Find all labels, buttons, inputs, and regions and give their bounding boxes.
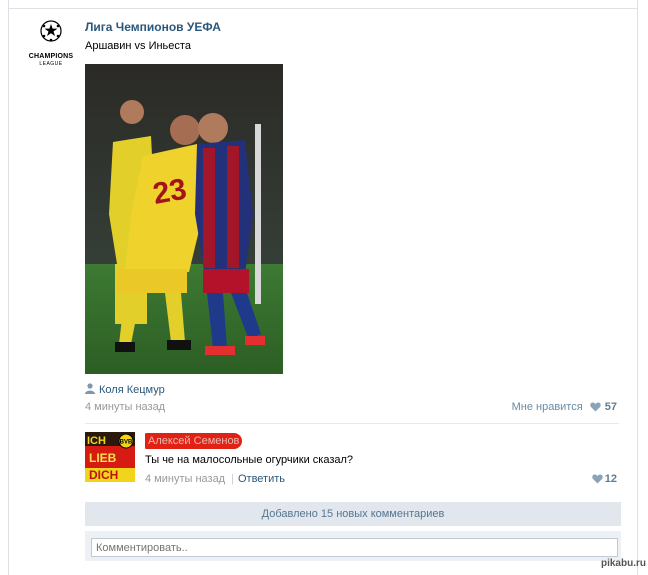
post-signer[interactable]: Коля Кецмур xyxy=(85,383,165,396)
user-icon xyxy=(85,383,95,394)
comment-form xyxy=(85,531,621,561)
avatar-text-2: LIEB xyxy=(89,451,117,465)
post-like-button[interactable]: Мне нравится 57 xyxy=(512,401,617,413)
comment-like-button[interactable]: 12 xyxy=(588,473,617,485)
signer-name: Коля Кецмур xyxy=(99,384,165,396)
wall-post-frame: CHAMPIONS LEAGUE Лига Чемпионов УЕФА Арш… xyxy=(8,0,638,575)
show-new-comments-button[interactable]: Добавлено 15 новых комментариев xyxy=(85,502,621,526)
comments-divider xyxy=(85,423,619,424)
comment-text: Ты че на малосольные огурчики сказал? xyxy=(145,454,354,466)
comment-author-link[interactable]: Алексей Семенов xyxy=(145,433,242,449)
avatar-badge-text: BVB xyxy=(120,440,133,446)
heart-icon xyxy=(592,474,603,484)
comment-timestamp[interactable]: 4 минуты назад xyxy=(145,473,225,485)
reply-button[interactable]: Ответить xyxy=(238,473,285,485)
meta-separator: | xyxy=(231,473,234,485)
post-like-count: 57 xyxy=(604,401,617,413)
starball-icon xyxy=(40,20,62,42)
avatar-text-3: DICH xyxy=(89,468,118,482)
comment-avatar[interactable]: BVB ICH LIEB DICH xyxy=(85,432,135,482)
post-photo[interactable]: 23 xyxy=(85,64,283,374)
post-author-link[interactable]: Лига Чемпионов УЕФА xyxy=(85,20,221,34)
svg-text:23: 23 xyxy=(150,173,189,211)
like-label: Мне нравится xyxy=(511,401,583,413)
comment-like-count: 12 xyxy=(604,473,617,485)
logo-text-league: LEAGUE xyxy=(39,61,63,67)
comment-meta: 4 минуты назад | Ответить xyxy=(145,473,285,485)
post-text: Аршавин vs Иньеста xyxy=(85,40,191,52)
community-logo[interactable]: CHAMPIONS LEAGUE xyxy=(25,20,77,70)
heart-icon xyxy=(590,402,601,412)
comment-input[interactable] xyxy=(91,538,618,557)
logo-text-champions: CHAMPIONS xyxy=(28,53,74,60)
avatar-image: BVB ICH LIEB DICH xyxy=(85,432,135,482)
post-timestamp[interactable]: 4 минуты назад xyxy=(85,401,165,413)
top-divider xyxy=(9,8,637,9)
post-photo-image: 23 xyxy=(85,64,283,374)
avatar-text-1: ICH xyxy=(87,435,106,447)
watermark-text: pikabu.ru xyxy=(600,558,646,569)
